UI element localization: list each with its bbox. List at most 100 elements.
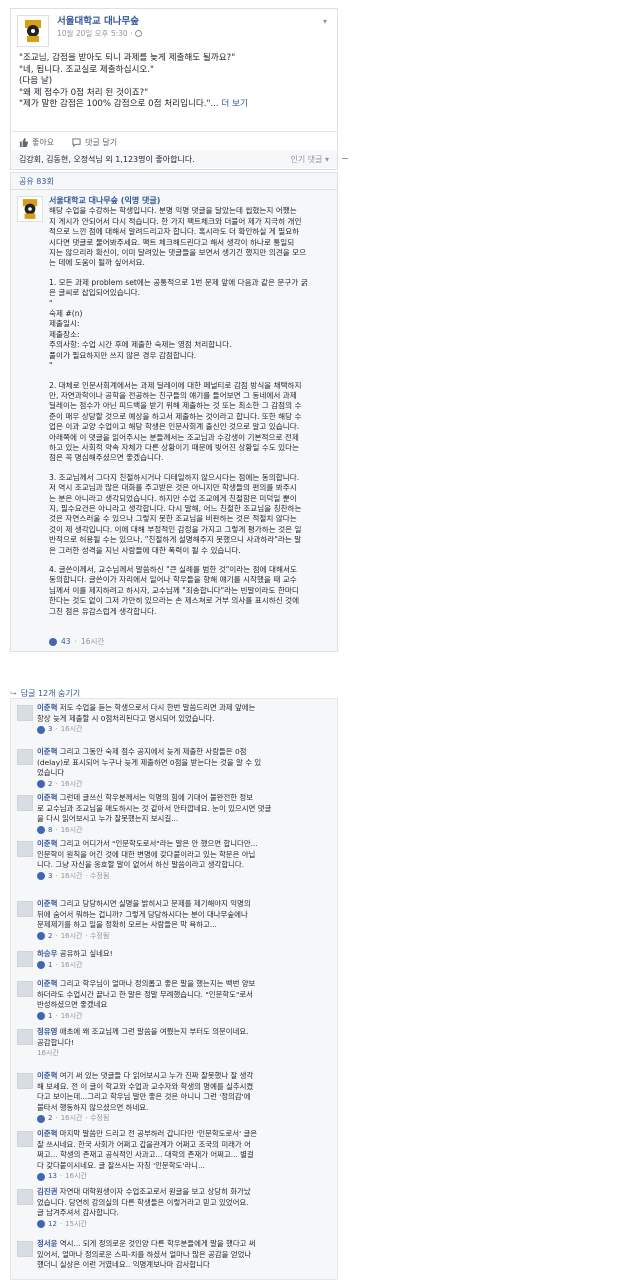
reply-author[interactable]: 이준혁 <box>37 1129 57 1138</box>
comment-line: 적으로 느낀 점에 대해서 알려드리고자 합니다. 혹시라도 더 확인하실 게 … <box>49 227 300 237</box>
reply-author[interactable]: 이준혁 <box>37 703 57 712</box>
comment-paragraph-4: 4. 글쓴이께서, 교수님께서 말씀하신 "큰 실례를 범한 것"이라는 점에 … <box>49 565 331 617</box>
reply-text: 문제제기를 하고 일을 정확히 모르는 사람들은 막 욕하고... <box>37 920 217 930</box>
reply-text: 다고 보이는데...그리고 학우님 말만 좋은 것은 아니니 그런 '정의감'에 <box>37 1092 251 1102</box>
shares-text[interactable]: 공유 83회 <box>19 176 54 187</box>
reply-time[interactable]: 16시간 <box>61 724 83 735</box>
reply-like-count[interactable]: 13 <box>48 1171 57 1182</box>
post-line: "제가 말한 감점은 100% 감점으로 0점 처리입니다."... <box>19 99 219 110</box>
comment-line: 2. 대체로 인문사회계에서는 과제 딜레이에 대한 페널티로 감점 방식을 채… <box>49 380 302 390</box>
comment-sort-dropdown[interactable]: 인기 댓글 ▾ <box>290 154 329 165</box>
post-line: (다음 날) <box>19 76 53 87</box>
reply-text: 었습니다 <box>37 768 65 778</box>
reply-text: 그리고 당당하시면 실명을 밝히시고 문제를 제기해야지 익명의 <box>59 899 251 908</box>
comment-line: 1. 모든 과제 problem set에는 공통적으로 1번 문제 앞에 다음… <box>49 277 308 287</box>
reply-like-count[interactable]: 1 <box>48 960 52 971</box>
reply-text: 마지막 말씀만 드리고 전 공부하러 갑니다만 '인문학도로서' 글은 <box>59 1129 258 1138</box>
page-avatar[interactable] <box>17 15 49 47</box>
reply-meta: 2 · 16시간 · 수정됨 <box>37 1113 333 1124</box>
reply-time[interactable]: 16시간 <box>61 871 83 882</box>
comment-paragraph-3: 3. 조교님께서 그다지 친절하시거나 디테일하지 않으시다는 점에는 동의합니… <box>49 473 331 556</box>
comment-paragraph-2: 2. 대체로 인문사회계에서는 과제 딜레이에 대한 페널티로 감점 방식을 채… <box>49 381 331 464</box>
reply-like-count[interactable]: 3 <box>48 871 52 882</box>
like-button[interactable]: 좋아요 <box>19 137 54 148</box>
comment-line: 제출일시: <box>49 319 80 329</box>
reply-time[interactable]: 16시간 <box>61 1011 83 1022</box>
reply-avatar[interactable] <box>17 749 33 765</box>
reply-avatar[interactable] <box>17 981 33 997</box>
reply-text: 했더니 실상은 이런 거였네요.. 익명계보나마 감사합니다 <box>37 1260 210 1270</box>
reply-author[interactable]: 이준혁 <box>37 747 57 756</box>
reply-text: (delay)로 표시되어 누구나 늦게 제출하면 0점을 받는다는 것을 알 … <box>37 757 262 767</box>
reply-avatar[interactable] <box>17 1189 33 1205</box>
page-name[interactable]: 서울대학교 대나무숲 <box>57 15 142 28</box>
commenter-name[interactable]: 서울대학교 대나무숲 (익명 댓글) <box>49 196 331 206</box>
reply-time[interactable]: 16시간 <box>37 1048 59 1059</box>
reply-avatar[interactable] <box>17 1241 33 1257</box>
comment-line: 반적으로 허용될 수는 있으나, "친절하게 설명해주지 못했으니 사과하라"라… <box>49 535 302 545</box>
reply-avatar[interactable] <box>17 951 33 967</box>
reply-author[interactable]: 정유영 <box>37 1027 57 1036</box>
reply-time[interactable]: 16시간 <box>61 931 83 942</box>
reply-avatar[interactable] <box>17 1131 33 1147</box>
reply-author[interactable]: 김진권 <box>37 1187 57 1196</box>
reply-meta: 1 · 16시간 <box>37 960 333 971</box>
reply-text: 애초에 왜 조교님께 그런 말씀을 여쭸는지 부터도 의문이네요. <box>59 1027 249 1036</box>
reply-text: 반성하셨으면 좋겠네요 <box>37 1000 108 1010</box>
comment-line: 님께서 이를 제지하려고 하시자, 교수님께 "죄송합니다"라는 빈말이라도 한… <box>49 585 299 595</box>
reply-like-count[interactable]: 8 <box>48 825 52 836</box>
reply-like-count[interactable]: 2 <box>48 779 52 790</box>
reply-time[interactable]: 16시간 <box>65 1171 87 1182</box>
reply-like-count[interactable]: 3 <box>48 724 52 735</box>
comment-line: 풀이가 필요하지만 쓰지 않은 경우 감점합니다. <box>49 350 197 360</box>
reply-avatar[interactable] <box>17 705 33 721</box>
like-count[interactable]: 43 <box>61 637 71 646</box>
comment-line: 지는 않으리라 확신이, 이미 달려있는 댓글들을 보면서 생기긴 했지만 의견… <box>49 248 307 258</box>
reply-avatar[interactable] <box>17 795 33 811</box>
divider <box>342 158 348 159</box>
reply-avatar[interactable] <box>17 901 33 917</box>
comment-icon <box>72 138 81 147</box>
reply-like-count[interactable]: 2 <box>48 931 52 942</box>
comment-line: 는 데에 도움이 될까 싶어서요. <box>49 258 145 268</box>
see-more-link[interactable]: 더 보기 <box>221 99 247 109</box>
post-line: "왜 제 점수가 0점 처리 된 것이죠?" <box>19 87 149 98</box>
reply-edited[interactable]: · 수정됨 <box>86 1113 110 1124</box>
post-timestamp[interactable]: 10월 20일 오후 5:30 · <box>57 28 132 39</box>
comment-time[interactable]: 16시간 <box>81 636 104 647</box>
reply-edited[interactable]: · 수정됨 <box>86 871 110 882</box>
reply-time[interactable]: 16시간 <box>61 960 83 971</box>
reply-avatar[interactable] <box>17 1073 33 1089</box>
reply-edited[interactable]: · 수정됨 <box>86 931 110 942</box>
reply-author[interactable]: 이준혁 <box>37 979 57 988</box>
comment-line: " <box>49 361 53 371</box>
comment-line: 딜레이는 점수가 아닌 피드백을 받기 위해 제출하는 것 또는 최소한 그 감… <box>49 401 302 411</box>
reply-like-count[interactable]: 1 <box>48 1011 52 1022</box>
reply-time[interactable]: 16시간 <box>61 825 83 836</box>
reply-text: 로 교수님과 조교님을 매도하시는 것 같아서 안타깝네요. 눈이 있으시면 댓… <box>37 803 272 813</box>
reply-text: 쩌고... 학생의 존재고 공식적인 사과고... 대학의 존재가 어쩌고...… <box>37 1150 254 1160</box>
likes-text[interactable]: 김강회, 김동현, 오정석님 외 1,123명이 좋아합니다. <box>19 154 195 165</box>
comment-button[interactable]: 댓글 달기 <box>72 137 117 148</box>
comment-line: 는 분은 아니라고 생각되었습니다. 하지만 수업 조교에게 친절함은 미덕일 … <box>49 493 297 503</box>
reply-author[interactable]: 정서윤 <box>37 1239 57 1248</box>
reply-like-count[interactable]: 2 <box>48 1113 52 1124</box>
reply-author[interactable]: 이준혁 <box>37 839 57 848</box>
reply-author[interactable]: 이준혁 <box>37 1071 57 1080</box>
reply-time[interactable]: 16시간 <box>61 779 83 790</box>
reply-author[interactable]: 이준혁 <box>37 899 57 908</box>
reply-author[interactable]: 이준혁 <box>37 793 57 802</box>
reply-avatar[interactable] <box>17 1029 33 1045</box>
reply-text: 인문학이 원칙을 어긴 것에 대한 변명에 갖다붙이라고 있는 학문은 아닙 <box>37 849 256 859</box>
reply-author[interactable]: 하승우 <box>37 949 57 958</box>
chevron-down-icon[interactable]: ▾ <box>323 17 327 26</box>
commenter-avatar[interactable] <box>17 196 43 222</box>
like-reaction-icon <box>37 1220 45 1229</box>
reply-meta: 2 · 16시간 <box>37 779 333 790</box>
reply-time[interactable]: 16시간 <box>61 1113 83 1124</box>
reply-like-count[interactable]: 12 <box>48 1219 57 1230</box>
comment-line: 지 게시가 안되어서 다시 적습니다. 한 가지 팩트체크와 더불어 제가 지극… <box>49 216 302 226</box>
reply-time[interactable]: 15시간 <box>65 1219 87 1230</box>
reply-text: 역시... 되게 정의로운 것인양 다른 학우분들에게 말을 했다고 써 <box>59 1239 256 1248</box>
reply-avatar[interactable] <box>17 841 33 857</box>
